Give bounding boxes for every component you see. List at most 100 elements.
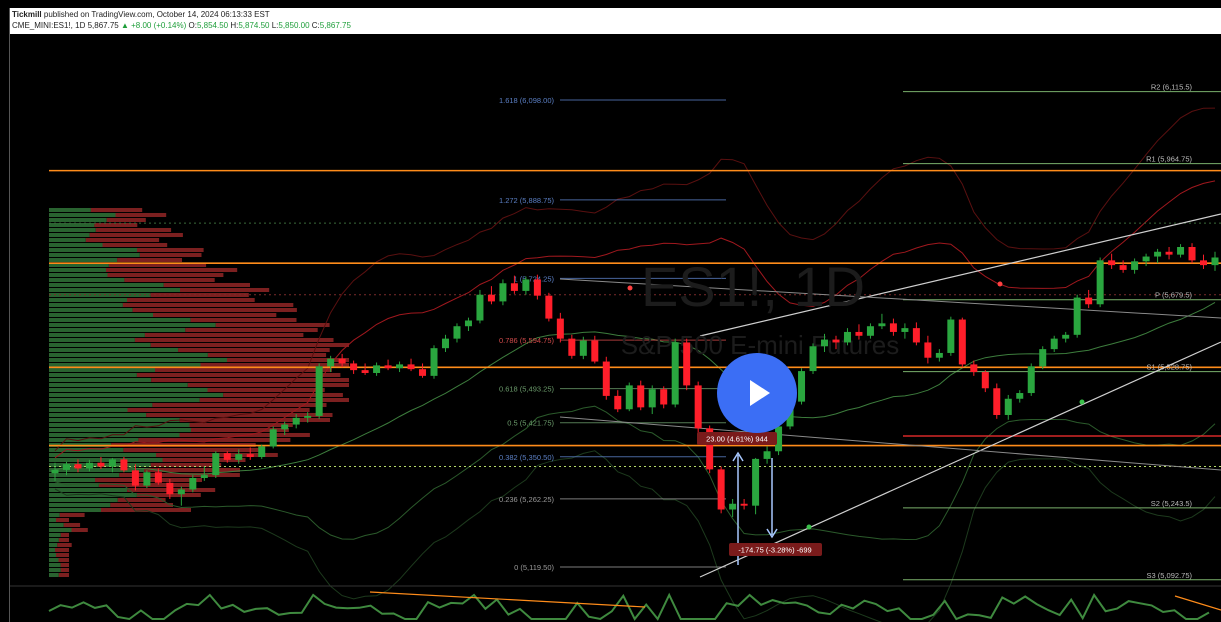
profile-buy-bar xyxy=(49,268,106,272)
profile-sell-bar xyxy=(123,448,266,452)
candle-body xyxy=(430,348,438,376)
candle-body xyxy=(878,323,886,327)
pivot-label: R2 (6,115.5) xyxy=(1151,83,1193,92)
candle-body xyxy=(177,489,185,495)
profile-sell-bar xyxy=(215,323,330,327)
candle-body xyxy=(1119,265,1127,270)
last-price: 5,867.75 xyxy=(87,21,119,30)
candle-body xyxy=(855,331,863,336)
profile-sell-bar xyxy=(162,458,246,462)
profile-buy-bar xyxy=(49,208,91,212)
candle-body xyxy=(970,364,978,373)
candle-body xyxy=(304,415,312,418)
candle-body xyxy=(602,361,610,396)
profile-sell-bar xyxy=(106,218,146,222)
candle-body xyxy=(947,319,955,353)
profile-sell-bar xyxy=(101,508,191,512)
profile-sell-bar xyxy=(190,318,297,322)
pivot-label: P (5,679.5) xyxy=(1155,291,1192,300)
profile-sell-bar xyxy=(178,348,330,352)
candle-body xyxy=(671,342,679,405)
profile-sell-bar xyxy=(223,393,343,397)
published-text: published on TradingView.com, October 14… xyxy=(43,10,270,19)
candle-body xyxy=(1131,261,1139,270)
profile-buy-bar xyxy=(49,508,101,512)
candle-body xyxy=(1188,246,1196,261)
candle-body xyxy=(338,358,346,364)
candle-body xyxy=(637,385,645,408)
profile-buy-bar xyxy=(49,473,120,477)
profile-sell-bar xyxy=(59,513,85,517)
profile-sell-bar xyxy=(207,388,325,392)
candle-body xyxy=(591,340,599,362)
profile-sell-bar xyxy=(58,538,69,542)
candle-body xyxy=(235,454,243,460)
candle-body xyxy=(556,318,564,339)
candle-body xyxy=(97,462,105,467)
price-change: ▲ +8.00 (+0.14%) xyxy=(120,21,187,30)
candle-body xyxy=(419,369,427,376)
candle-body xyxy=(625,385,633,410)
profile-buy-bar xyxy=(49,428,191,432)
profile-buy-bar xyxy=(49,393,224,397)
candle-body xyxy=(935,352,943,358)
profile-sell-bar xyxy=(187,383,349,387)
profile-buy-bar xyxy=(49,503,111,507)
candle-body xyxy=(912,328,920,343)
profile-buy-bar xyxy=(49,418,180,422)
profile-buy-bar xyxy=(49,323,216,327)
profile-sell-bar xyxy=(163,283,250,287)
candle-body xyxy=(350,363,358,371)
profile-sell-bar xyxy=(189,423,293,427)
profile-buy-bar xyxy=(49,253,140,257)
candle-body xyxy=(396,364,404,369)
signal-dot xyxy=(997,281,1003,287)
candle-body xyxy=(108,459,116,467)
profile-buy-bar xyxy=(49,273,108,277)
price-chart[interactable]: 1.618 (6,098.00)1.272 (5,888.75)1 (5,724… xyxy=(0,0,1221,622)
candle-body xyxy=(1200,260,1208,266)
candle-body xyxy=(1050,338,1058,350)
author[interactable]: Tickmill xyxy=(12,10,42,19)
profile-sell-bar xyxy=(139,253,202,257)
candle-body xyxy=(694,385,702,429)
candle-body xyxy=(843,331,851,343)
profile-sell-bar xyxy=(106,268,238,272)
candle-body xyxy=(62,464,70,470)
candle-body xyxy=(832,339,840,343)
profile-buy-bar xyxy=(49,308,133,312)
pivot-label: S1 (5,528.75) xyxy=(1147,363,1193,372)
candle-body xyxy=(154,472,162,483)
low-value: 5,850.00 xyxy=(278,21,310,30)
profile-buy-bar xyxy=(49,348,179,352)
profile-sell-bar xyxy=(200,363,349,367)
fib-label: 0.382 (5,350.50) xyxy=(499,453,555,462)
high-value: 5,874.50 xyxy=(238,21,270,30)
profile-sell-bar xyxy=(60,563,69,567)
profile-sell-bar xyxy=(207,353,327,357)
profile-sell-bar xyxy=(89,233,183,237)
profile-buy-bar xyxy=(49,378,152,382)
candle-body xyxy=(729,503,737,510)
candle-body xyxy=(1062,334,1070,339)
candle-body xyxy=(1211,257,1219,266)
candle-body xyxy=(660,389,668,405)
profile-buy-bar xyxy=(49,423,190,427)
candle-body xyxy=(683,342,691,386)
candle-body xyxy=(441,338,449,349)
symbol[interactable]: CME_MINI:ES1!, 1D xyxy=(12,21,85,30)
profile-buy-bar xyxy=(49,303,123,307)
candle-body xyxy=(292,417,300,425)
profile-sell-bar xyxy=(56,553,69,557)
play-button[interactable] xyxy=(717,353,797,433)
profile-sell-bar xyxy=(150,343,349,347)
candle-body xyxy=(648,389,656,408)
profile-sell-bar xyxy=(153,313,277,317)
candle-body xyxy=(223,453,231,460)
candle-body xyxy=(487,294,495,302)
candle-body xyxy=(258,446,266,457)
close-value: 5,867.75 xyxy=(319,21,351,30)
candle-body xyxy=(809,346,817,372)
candle-body xyxy=(361,370,369,373)
profile-sell-bar xyxy=(136,373,341,377)
